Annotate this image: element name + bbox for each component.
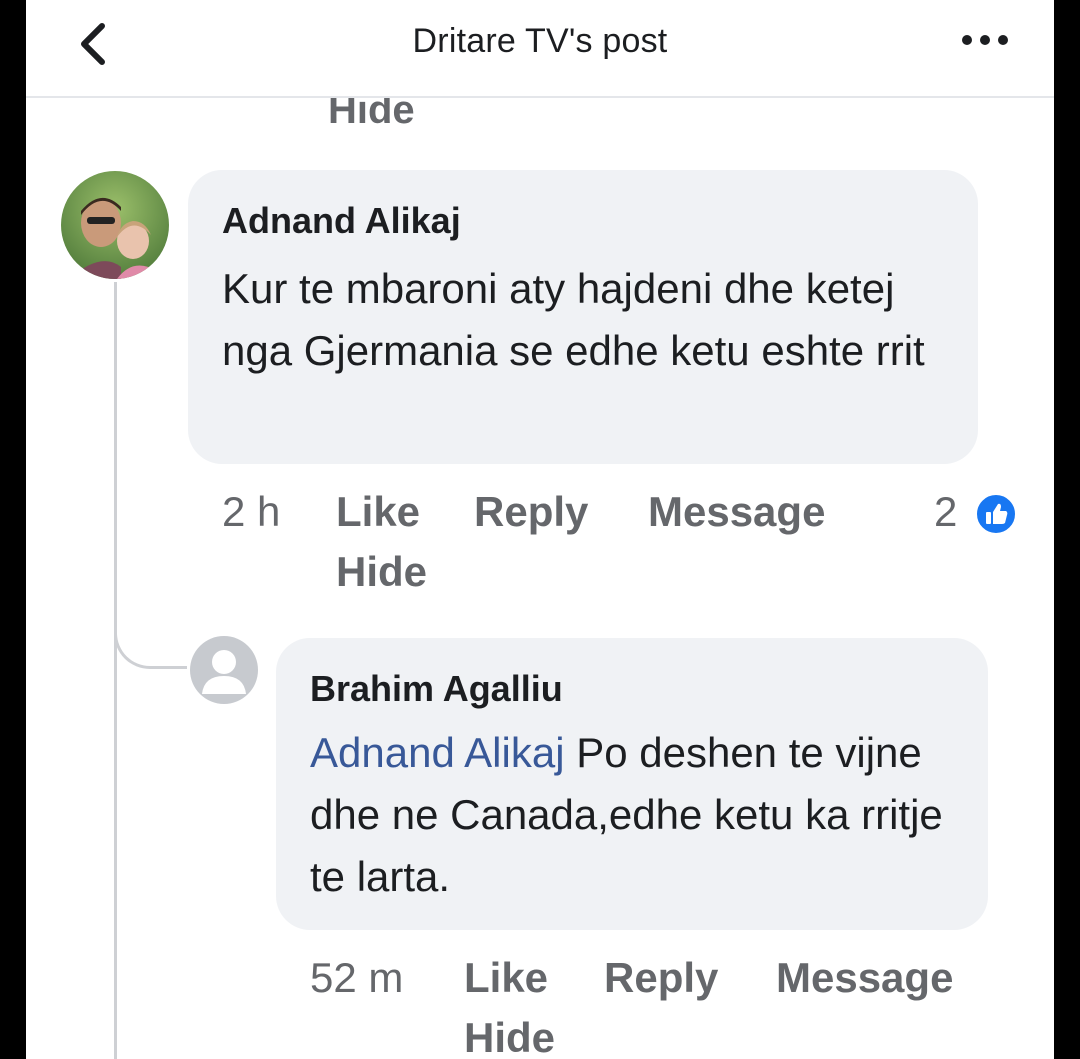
comment-timestamp[interactable]: 2 h [222, 488, 280, 536]
reply-button[interactable]: Reply [604, 954, 718, 1002]
comment-text: Kur te mbaroni aty hajdeni dhe ketej nga… [222, 265, 925, 374]
hide-button[interactable]: Hide [336, 548, 427, 596]
reply-button[interactable]: Reply [474, 488, 588, 536]
screen: Dritare TV's post Hide Adnand Alikaj Kur… [26, 0, 1054, 1059]
reply-bubble: Brahim Agalliu Adnand Alikaj Po deshen t… [276, 638, 988, 930]
mention-link[interactable]: Adnand Alikaj [310, 729, 565, 776]
avatar[interactable] [61, 171, 169, 279]
message-button[interactable]: Message [776, 954, 953, 1002]
thread-line [114, 282, 117, 1059]
comment-bubble: Adnand Alikaj Kur te mbaroni aty hajdeni… [188, 170, 978, 464]
profile-photo [61, 171, 169, 279]
message-button[interactable]: Message [648, 488, 825, 536]
more-dots-icon [962, 35, 972, 45]
reaction-count: 2 [934, 488, 958, 535]
default-user-icon [202, 650, 246, 694]
reply-timestamp[interactable]: 52 m [310, 954, 403, 1002]
reply-text-wrapper: Adnand Alikaj Po deshen te vijne dhe ne … [310, 722, 970, 908]
avatar[interactable] [190, 636, 258, 704]
comment-actions: 2 h Like Reply Message Hide [222, 484, 922, 604]
reply-actions: 52 m Like Reply Message Hide [310, 950, 1030, 1059]
top-bar: Dritare TV's post [26, 0, 1054, 98]
like-button[interactable]: Like [336, 488, 420, 536]
thumbs-up-icon [974, 492, 1018, 536]
comment-author[interactable]: Adnand Alikaj [222, 200, 461, 242]
more-options-button[interactable] [962, 30, 1012, 50]
reply-author[interactable]: Brahim Agalliu [310, 668, 563, 710]
page-title: Dritare TV's post [412, 22, 668, 60]
like-button[interactable]: Like [464, 954, 548, 1002]
hide-button[interactable]: Hide [464, 1014, 555, 1059]
thread-connector [114, 600, 187, 669]
